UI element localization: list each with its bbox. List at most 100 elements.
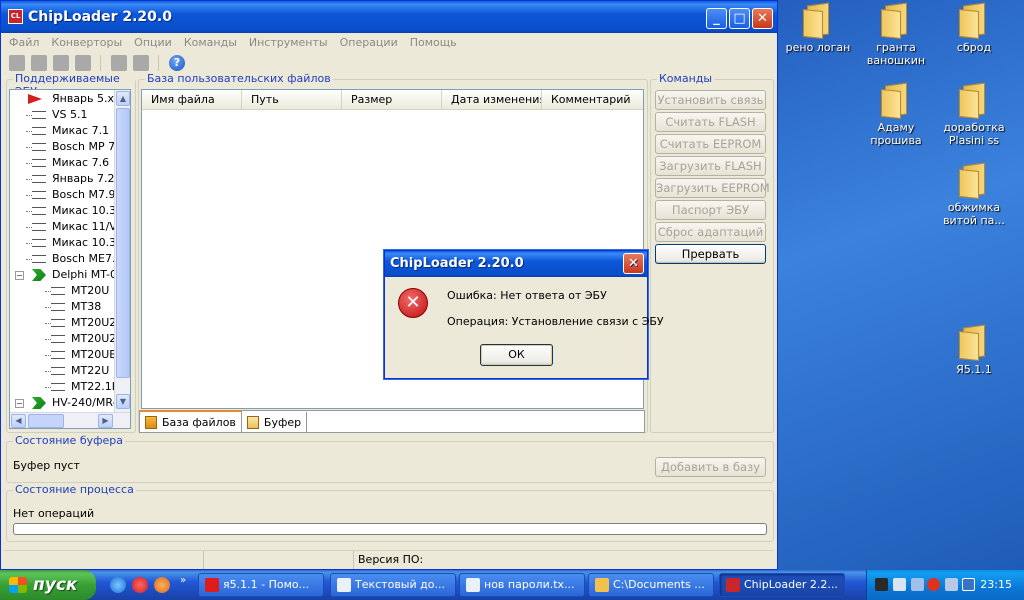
warning-icon[interactable]: [927, 578, 940, 591]
menu-commands[interactable]: Команды: [178, 36, 243, 49]
tools-icon[interactable]: [75, 55, 91, 71]
help-icon[interactable]: ?: [169, 55, 185, 71]
tree-item[interactable]: MT38: [10, 299, 114, 315]
taskbar-button[interactable]: я5.1.1 - Помо...: [198, 573, 324, 597]
tree-horizontal-scrollbar[interactable]: ◀ ▶: [10, 412, 130, 428]
tree-item-label: Delphi MT-0I: [52, 268, 114, 281]
command-button[interactable]: Загрузить FLASH: [655, 156, 766, 176]
command-button[interactable]: Паспорт ЭБУ: [655, 200, 766, 220]
desktop-icon-folder[interactable]: рено логан: [782, 2, 854, 54]
taskbar-button[interactable]: нов пароли.tx...: [459, 573, 585, 597]
tab-buffer[interactable]: Буфер: [242, 412, 308, 432]
power-icon[interactable]: [911, 578, 924, 591]
command-button[interactable]: Загрузить EEPROM: [655, 178, 770, 198]
network-icon[interactable]: [875, 578, 888, 591]
scroll-left-icon[interactable]: ◀: [11, 414, 26, 428]
tree-vertical-scrollbar[interactable]: ▲ ▼: [114, 90, 130, 412]
menu-converters[interactable]: Конверторы: [45, 36, 128, 49]
close-button[interactable]: ✕: [752, 8, 773, 29]
quicklaunch-more-icon[interactable]: »: [180, 575, 186, 586]
toolbar-separator: [100, 55, 102, 71]
dialog-title: ChipLoader 2.20.0: [390, 256, 524, 271]
desktop-icon-folder[interactable]: сброд: [938, 2, 1010, 54]
maximize-button[interactable]: □: [729, 8, 750, 29]
menu-options[interactable]: Опции: [128, 36, 178, 49]
ok-button[interactable]: ОК: [480, 344, 553, 366]
monitor-icon[interactable]: [962, 578, 975, 591]
taskbar-button[interactable]: C:\Documents ...: [588, 573, 714, 597]
command-button[interactable]: Прервать: [655, 244, 766, 264]
tree-item[interactable]: MT22.1L: [10, 379, 114, 395]
desktop-icon-folder[interactable]: Адаму прошива: [860, 82, 932, 147]
tree-item[interactable]: Микас 10.3 I: [10, 203, 114, 219]
tree-item[interactable]: MT22U: [10, 363, 114, 379]
tree-item[interactable]: Январь 7.2: [10, 171, 114, 187]
column-header-filename[interactable]: Имя файла: [142, 90, 242, 110]
chip-write-icon[interactable]: [133, 55, 149, 71]
column-header-size[interactable]: Размер: [342, 90, 442, 110]
folder-icon: [959, 324, 989, 362]
tree-item[interactable]: MT20UE: [10, 347, 114, 363]
title-bar[interactable]: CL ChipLoader 2.20.0 _ □ ✕: [1, 1, 777, 33]
command-button[interactable]: Считать EEPROM: [655, 134, 766, 154]
dialog-title-bar[interactable]: ChipLoader 2.20.0 ✕: [385, 251, 647, 277]
scroll-right-icon[interactable]: ▶: [98, 414, 113, 428]
column-header-comment[interactable]: Комментарий: [542, 90, 643, 110]
ie-icon[interactable]: [110, 577, 126, 593]
browser-icon[interactable]: [154, 577, 170, 593]
scroll-up-icon[interactable]: ▲: [116, 91, 130, 106]
tree-collapse-icon[interactable]: −: [15, 399, 24, 408]
folder-icon: [881, 2, 911, 40]
minimize-button[interactable]: _: [706, 8, 727, 29]
start-button[interactable]: пуск: [0, 570, 96, 600]
dialog-close-button[interactable]: ✕: [623, 253, 644, 274]
save-icon[interactable]: [31, 55, 47, 71]
scroll-thumb[interactable]: [28, 414, 64, 428]
tree-item[interactable]: Bosch M7.9.: [10, 187, 114, 203]
tree-item[interactable]: Микас 7.1: [10, 123, 114, 139]
menu-file[interactable]: Файл: [3, 36, 45, 49]
tree-collapse-icon[interactable]: −: [15, 271, 24, 280]
menu-help[interactable]: Помощь: [404, 36, 463, 49]
undo-icon[interactable]: [53, 55, 69, 71]
scroll-down-icon[interactable]: ▼: [116, 394, 130, 409]
scroll-thumb[interactable]: [116, 108, 130, 378]
chip-read-icon[interactable]: [111, 55, 127, 71]
tree-item[interactable]: Bosch MP 7.: [10, 139, 114, 155]
menu-tools[interactable]: Инструменты: [243, 36, 334, 49]
tree-item[interactable]: Январь 5.x: [10, 91, 114, 107]
tree-item[interactable]: MT20U2: [10, 331, 114, 347]
command-button[interactable]: Сброс адаптаций: [655, 222, 766, 242]
pen-icon[interactable]: [945, 578, 958, 591]
folder-icon: [803, 2, 833, 40]
yandex-icon[interactable]: [132, 577, 148, 593]
column-header-path[interactable]: Путь: [242, 90, 342, 110]
tree-item[interactable]: Микас 10.3+: [10, 235, 114, 251]
tree-item[interactable]: Микас 11/V: [10, 219, 114, 235]
desktop-icon-folder[interactable]: гранта ваношкин: [860, 2, 932, 67]
tab-file-db[interactable]: База файлов: [140, 410, 242, 432]
tree-item[interactable]: − HV-240/MR-: [10, 395, 114, 411]
column-header-date[interactable]: Дата изменения: [442, 90, 542, 110]
desktop-icon-label: Я5.1.1: [956, 363, 992, 376]
open-icon[interactable]: [9, 55, 25, 71]
command-button[interactable]: Считать FLASH: [655, 112, 766, 132]
command-button[interactable]: Установить связь: [655, 90, 766, 110]
desktop-icon-folder[interactable]: доработка Plasini ss: [938, 82, 1010, 147]
tree-item[interactable]: MT20U2: [10, 315, 114, 331]
tree-item[interactable]: Микас 7.6: [10, 155, 114, 171]
tree-item[interactable]: Bosch ME7.x: [10, 251, 114, 267]
desktop-icon-folder[interactable]: обжимка витой па...: [938, 162, 1010, 227]
tree-item[interactable]: VS 5.1: [10, 107, 114, 123]
taskbar-button[interactable]: ChipLoader 2.2...: [719, 573, 845, 597]
tree-item[interactable]: − Delphi MT-0I: [10, 267, 114, 283]
desktop-icon-folder[interactable]: Я5.1.1: [938, 324, 1010, 376]
menu-operations[interactable]: Операции: [334, 36, 404, 49]
ecu-tree[interactable]: Январь 5.x VS 5.1 Микас 7.1 Bosch MP 7. Мика…: [9, 89, 131, 429]
taskbar-button[interactable]: Текстовый до...: [330, 573, 456, 597]
volume-icon[interactable]: [893, 578, 906, 591]
add-to-db-button[interactable]: Добавить в базу: [655, 457, 766, 477]
app-icon: [726, 578, 740, 592]
chip-icon: [26, 111, 46, 119]
tree-item[interactable]: MT20U: [10, 283, 114, 299]
